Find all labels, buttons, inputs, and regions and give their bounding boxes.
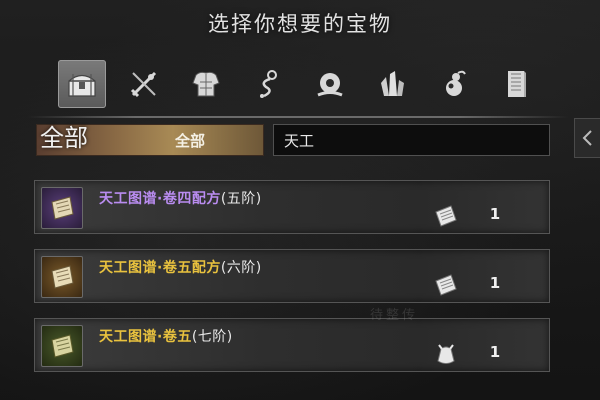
list-item[interactable]: 天工图谱·卷五配方(六阶) 1 [34, 249, 550, 303]
item-grade: (七阶) [191, 329, 233, 345]
item-icon [41, 187, 83, 229]
treasure-chest-icon [68, 74, 96, 97]
armor-icon [192, 71, 220, 97]
scroll-icon [51, 334, 74, 358]
item-name: 天工图谱·卷四配方(五阶) [99, 188, 262, 208]
crystal-icon [381, 71, 404, 96]
tab-armor[interactable] [182, 60, 230, 108]
background-watermark-text: 待整传 [370, 308, 419, 323]
header-divider [28, 116, 568, 118]
item-grade: (五阶) [220, 191, 262, 207]
category-label: 全部 [40, 124, 88, 152]
collapse-button[interactable] [574, 118, 600, 158]
crossed-weapons-icon [130, 71, 157, 98]
category-select-value: 全部 [174, 131, 205, 150]
item-quantity: 1 [489, 274, 501, 292]
tab-treasure-chest[interactable] [58, 60, 106, 108]
item-icon [41, 325, 83, 367]
item-title: 天工图谱·卷五 [99, 329, 192, 345]
item-icon [41, 256, 83, 298]
item-name: 天工图谱·卷五(七阶) [99, 326, 233, 346]
scroll-icon [51, 265, 74, 289]
tab-gourd[interactable] [430, 60, 478, 108]
item-grade: (六阶) [220, 260, 262, 276]
chevron-left-icon [582, 130, 592, 146]
item-quantity: 1 [489, 343, 501, 361]
pouch-icon [437, 344, 455, 364]
item-quantity: 1 [489, 205, 501, 223]
tab-weapons[interactable] [120, 60, 168, 108]
list-item[interactable]: 天工图谱·卷五(七阶) 1 [34, 318, 550, 372]
category-tabs [58, 58, 558, 110]
recipe-paper-icon [435, 205, 457, 227]
item-name: 天工图谱·卷五配方(六阶) [99, 257, 262, 277]
recipe-paper-icon [435, 274, 457, 296]
cauldron-icon [317, 73, 343, 97]
tab-cauldron[interactable] [306, 60, 354, 108]
item-list: 天工图谱·卷四配方(五阶) 1 天工图谱·卷五配方(六阶) 1 天工图谱·卷五(… [34, 180, 550, 387]
tab-scrolls[interactable] [492, 60, 540, 108]
item-title: 天工图谱·卷四配方 [99, 191, 221, 207]
item-title: 天工图谱·卷五配方 [99, 260, 221, 276]
scroll-icon [51, 196, 74, 220]
ornament-icon [260, 70, 277, 98]
gourd-icon [446, 70, 466, 96]
scroll-stack-icon [508, 71, 526, 97]
tab-crystal[interactable] [368, 60, 416, 108]
search-input[interactable] [273, 124, 550, 156]
tab-ornament[interactable] [244, 60, 292, 108]
page-title: 选择你想要的宝物 [208, 12, 392, 36]
list-item[interactable]: 天工图谱·卷四配方(五阶) 1 [34, 180, 550, 234]
